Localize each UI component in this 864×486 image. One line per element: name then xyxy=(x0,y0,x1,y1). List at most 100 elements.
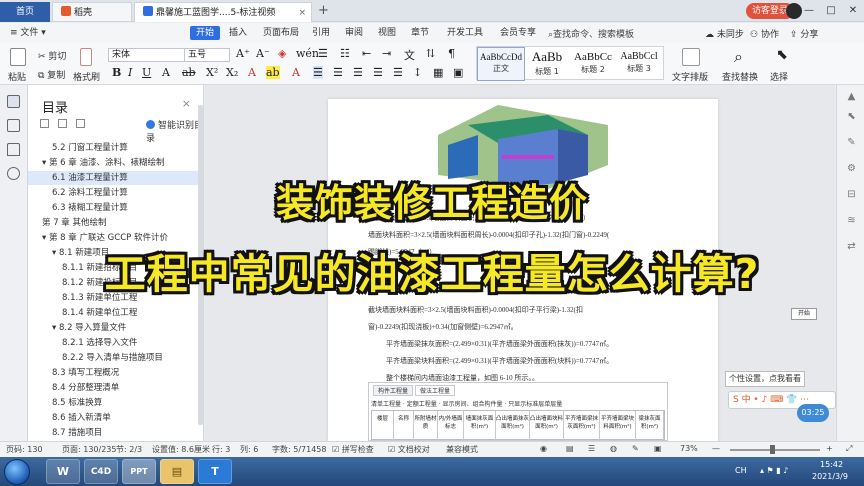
taskbar-explorer[interactable]: ▤ xyxy=(160,459,194,484)
personal-settings-popup[interactable]: 个性设置，点我看看 xyxy=(725,371,805,387)
select-button[interactable]: 选择 xyxy=(770,70,788,83)
align-right-icon[interactable]: ☰ xyxy=(353,66,363,79)
paste-button[interactable]: 粘贴 xyxy=(8,70,26,83)
toc-item[interactable]: 8.7 措施项目 xyxy=(28,426,203,440)
float-start-button[interactable]: 开始 xyxy=(791,308,817,320)
chinese-layout-icon[interactable]: 文 xyxy=(404,47,415,63)
toc-panel-icon[interactable] xyxy=(7,95,20,108)
start-button[interactable] xyxy=(4,459,30,485)
taskbar-c4d[interactable]: C4D xyxy=(84,459,118,484)
tab-close-icon[interactable]: × xyxy=(298,3,306,22)
minimize-button[interactable]: — xyxy=(798,0,820,22)
pinyin-icon[interactable]: wén xyxy=(296,47,319,60)
status-pages[interactable]: 页面: 130/235 xyxy=(62,444,116,455)
expand-all-icon[interactable] xyxy=(58,119,67,128)
menu-member[interactable]: 会员专享 xyxy=(500,26,536,40)
restore-button[interactable]: ▭ xyxy=(776,0,798,22)
toc-item[interactable]: 5.2 门窗工程量计算 xyxy=(28,141,203,155)
char-shading-icon[interactable]: A xyxy=(292,66,300,79)
distribute-icon[interactable]: ☰ xyxy=(393,66,403,79)
menu-file[interactable]: ≡ 文件 ▾ xyxy=(10,26,46,40)
menu-review[interactable]: 审阅 xyxy=(345,26,363,40)
view-outline-icon[interactable]: ☰ xyxy=(588,444,595,453)
menu-page-layout[interactable]: 页面布局 xyxy=(263,26,299,40)
strikethrough-icon[interactable]: ab xyxy=(182,66,196,79)
bold-icon[interactable]: B xyxy=(112,66,121,79)
indent-icon[interactable]: ⇥ xyxy=(382,47,391,60)
tab-home[interactable]: 首页 xyxy=(0,2,50,22)
share-button[interactable]: ⇪ 分享 xyxy=(790,27,818,40)
font-shrink-icon[interactable]: A⁻ xyxy=(256,47,270,60)
close-button[interactable]: ✕ xyxy=(842,0,864,22)
toc-item[interactable]: 8.2.1 选择导入文件 xyxy=(28,336,203,350)
menu-insert[interactable]: 插入 xyxy=(229,26,247,40)
collab-button[interactable]: ⚇ 协作 xyxy=(750,27,779,40)
collapse-icon[interactable]: ▲ xyxy=(846,91,857,102)
sync-status[interactable]: ☁ 未同步 xyxy=(705,27,744,40)
outdent-icon[interactable]: ⇤ xyxy=(362,47,371,60)
toc-item[interactable]: 8.5 标准换算 xyxy=(28,396,203,410)
zoom-slider[interactable] xyxy=(730,449,820,451)
menu-home[interactable]: 开始 xyxy=(190,26,221,40)
menu-developer[interactable]: 开发工具 xyxy=(447,26,483,40)
zoom-in-icon[interactable]: + xyxy=(826,444,833,453)
toc-item[interactable]: ▾ 第 6 章 油漆、涂料、裱糊绘制 xyxy=(28,156,203,170)
toc-item[interactable]: 8.2.2 导入清单与措施项目 xyxy=(28,351,203,365)
command-search[interactable]: ⌕查找命令、搜索模板 xyxy=(548,27,634,40)
shading-icon[interactable]: ▦ xyxy=(433,66,443,79)
toc-item[interactable]: 8.3 填写工程概况 xyxy=(28,366,203,380)
find-icon[interactable]: ⌕ xyxy=(734,47,743,67)
justify-icon[interactable]: ☰ xyxy=(373,66,383,79)
cursor-icon[interactable]: ⬉ xyxy=(776,47,788,63)
style-pane-icon[interactable]: ✎ xyxy=(846,137,857,148)
font-grow-icon[interactable]: A⁺ xyxy=(236,47,250,60)
status-words[interactable]: 字数: 5/71458 xyxy=(272,444,326,455)
menu-view[interactable]: 视图 xyxy=(378,26,396,40)
text-layout-icon[interactable] xyxy=(682,48,700,66)
align-left-icon[interactable]: ☰ xyxy=(313,66,323,79)
toc-item[interactable]: 8.6 插入新清单 xyxy=(28,411,203,425)
style-heading1[interactable]: AaBb 标题 1 xyxy=(523,47,571,81)
collapse-all-icon[interactable] xyxy=(40,119,49,128)
line-spacing-icon[interactable]: ↕ xyxy=(413,66,422,79)
taskbar-ppt[interactable]: PPT xyxy=(122,459,156,484)
view-read-icon[interactable]: ✎ xyxy=(632,444,639,453)
highlight-icon[interactable]: ab xyxy=(266,66,280,79)
cut-button[interactable]: ✂ 剪切 xyxy=(38,49,66,62)
font-color-icon[interactable]: A xyxy=(248,66,256,79)
subscript-icon[interactable]: X₂ xyxy=(226,66,238,79)
menu-section[interactable]: 章节 xyxy=(411,26,429,40)
tray-time[interactable]: 15:42 xyxy=(820,460,843,469)
style-heading2[interactable]: AaBbCc 标题 2 xyxy=(569,47,617,81)
toc-item[interactable]: ▾ 8.2 导入算量文件 xyxy=(28,321,203,335)
format-painter-icon[interactable] xyxy=(80,48,92,66)
view-focus-icon[interactable]: ▣ xyxy=(654,444,662,453)
font-size-select[interactable]: 五号 xyxy=(184,48,230,62)
zoom-out-icon[interactable]: — xyxy=(712,444,720,453)
copy-button[interactable]: ⧉ 复制 xyxy=(38,68,65,81)
clear-format-icon[interactable]: ◈ xyxy=(278,47,286,60)
menu-references[interactable]: 引用 xyxy=(312,26,330,40)
command-search-input[interactable]: 查找命令、搜索模板 xyxy=(553,30,634,40)
toc-item[interactable]: 8.4 分部整理清单 xyxy=(28,381,203,395)
style-normal[interactable]: AaBbCcDd 正文 xyxy=(477,47,525,81)
view-page-icon[interactable]: ▤ xyxy=(566,444,574,453)
pointer-icon[interactable]: ⬉ xyxy=(846,111,857,122)
eye-icon[interactable]: ◉ xyxy=(540,444,547,453)
align-center-icon[interactable]: ☰ xyxy=(333,66,343,79)
italic-icon[interactable]: I xyxy=(128,66,132,79)
taskbar-wps-writer[interactable]: W xyxy=(46,459,80,484)
show-marks-icon[interactable]: ¶ xyxy=(448,47,455,60)
zoom-level[interactable]: 73% xyxy=(680,444,698,453)
underline-icon[interactable]: U xyxy=(142,66,151,79)
superscript-icon[interactable]: X² xyxy=(206,66,218,79)
taskbar-app-t[interactable]: T xyxy=(198,459,232,484)
doc-proof[interactable]: ☑ 文档校对 xyxy=(388,444,430,455)
bullet-list-icon[interactable]: ☰ xyxy=(318,47,328,60)
new-tab-button[interactable]: + xyxy=(318,3,329,18)
paste-icon[interactable] xyxy=(10,48,26,66)
toc-level-icon[interactable] xyxy=(76,119,85,128)
tray-date[interactable]: 2021/3/9 xyxy=(812,472,848,481)
toc-item[interactable]: 8.1.4 新建单位工程 xyxy=(28,306,203,320)
text-effect-icon[interactable]: A xyxy=(162,66,170,79)
